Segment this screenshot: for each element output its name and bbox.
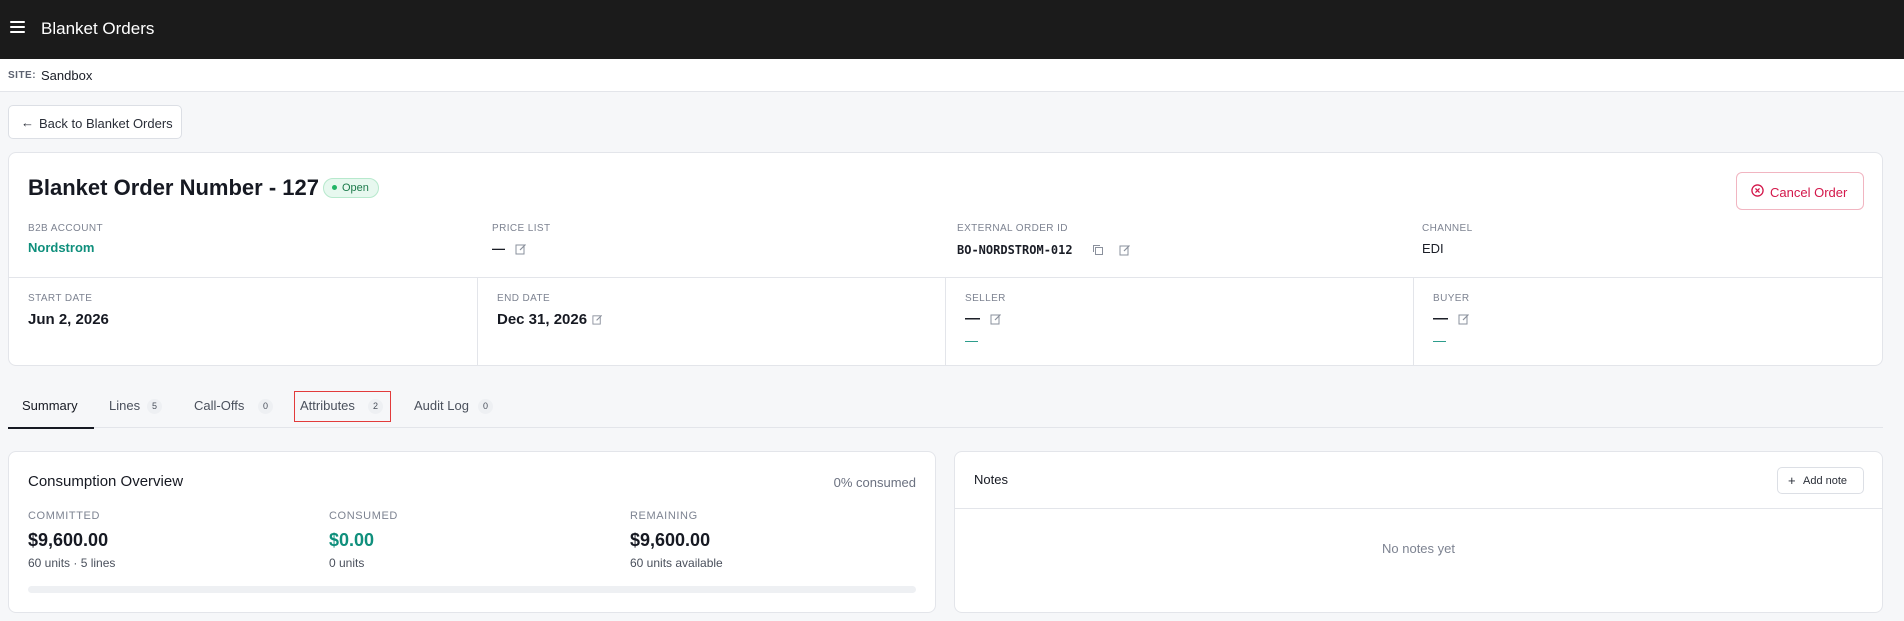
b2b-account-label: B2B ACCOUNT [28,223,103,234]
committed-label: COMMITTED [28,510,101,522]
consumption-overview-card: Consumption Overview 0% consumed COMMITT… [8,451,936,613]
b2b-account-link[interactable]: Nordstrom [28,240,94,255]
app-title: Blanket Orders [41,19,155,38]
seller-label: SELLER [965,293,1006,304]
channel-value: EDI [1422,241,1444,256]
notes-empty-state: No notes yet [1382,541,1455,556]
status-dot-icon [332,185,337,190]
price-list-value: — [492,241,505,256]
tab-label: Attributes [300,398,355,413]
consumed-label: CONSUMED [329,510,398,522]
tab-label: Summary [22,398,78,413]
tab-count-badge: 0 [478,399,493,414]
committed-value: $9,600.00 [28,530,109,550]
plus-icon: + [1788,473,1796,488]
status-badge: Open [323,178,379,198]
column-divider [1413,278,1414,366]
notes-divider [955,508,1882,509]
notes-title: Notes [974,472,1008,487]
column-divider [477,278,478,366]
cancel-order-button[interactable]: Cancel Order [1736,172,1864,210]
cancel-order-label: Cancel Order [1770,185,1848,200]
active-tab-indicator [8,427,94,429]
buyer-sub-value: — [1433,333,1446,348]
back-to-blanket-orders-button[interactable]: ← Back to Blanket Orders [8,105,182,139]
channel-label: CHANNEL [1422,223,1473,234]
seller-value: — [965,310,980,327]
start-date-label: START DATE [28,293,93,304]
price-list-label: PRICE LIST [492,223,551,234]
edit-icon[interactable] [515,243,527,255]
remaining-value: $9,600.00 [630,530,711,550]
site-bar: SITE: Sandbox [0,59,1904,92]
copy-icon[interactable] [1092,244,1104,256]
start-date-value: Jun 2, 2026 [28,311,109,328]
tab-label: Call-Offs [194,398,245,413]
end-date-value: Dec 31, 2026 [497,311,588,328]
add-note-button[interactable]: + Add note [1777,467,1864,494]
committed-sub: 60 units · 5 lines [28,556,116,570]
tab-lines[interactable]: Lines 5 [109,385,171,428]
tab-label: Audit Log [414,398,469,413]
tab-count-badge: 2 [368,399,383,414]
edit-icon[interactable] [1458,313,1470,325]
tab-audit-log[interactable]: Audit Log 0 [414,385,500,428]
add-note-label: Add note [1803,475,1848,487]
column-divider [945,278,946,366]
edit-icon[interactable] [990,313,1002,325]
tab-summary[interactable]: Summary [8,385,94,429]
external-order-id-label: EXTERNAL ORDER ID [957,223,1068,234]
site-label: SITE: [8,70,37,81]
top-app-bar: Blanket Orders [0,0,1904,59]
percent-consumed: 0% consumed [833,475,916,490]
back-button-label: Back to Blanket Orders [39,116,173,131]
notes-card: Notes + Add note No notes yet [954,451,1883,613]
consumption-title: Consumption Overview [28,473,184,490]
buyer-value: — [1433,310,1448,327]
menu-icon[interactable] [10,21,25,33]
tab-attributes[interactable]: Attributes 2 [294,391,391,422]
consumption-progress-bar [28,586,916,593]
buyer-label: BUYER [1433,293,1470,304]
seller-sub-value: — [965,333,978,348]
arrow-left-icon: ← [21,115,34,130]
tab-label: Lines [109,398,141,413]
site-value[interactable]: Sandbox [41,68,92,83]
tab-count-badge: 5 [147,399,162,414]
tab-count-badge: 0 [258,399,273,414]
remaining-sub: 60 units available [630,556,723,570]
consumed-value: $0.00 [329,530,375,550]
edit-icon[interactable] [1119,244,1131,256]
page-title: Blanket Order Number - 127 [28,175,319,200]
edit-icon[interactable] [592,314,603,325]
external-order-id-value: BO-NORDSTROM-012 [957,243,1073,257]
order-header-card: Blanket Order Number - 127 Open Cancel O… [8,152,1883,366]
status-text: Open [342,182,369,194]
tab-call-offs[interactable]: Call-Offs 0 [194,385,280,428]
remaining-label: REMAINING [630,510,698,522]
tab-bar: Summary Lines 5 Call-Offs 0 Attributes 2… [8,385,1883,429]
circle-x-icon [1751,184,1764,197]
consumed-sub: 0 units [329,556,365,570]
end-date-label: END DATE [497,293,551,304]
